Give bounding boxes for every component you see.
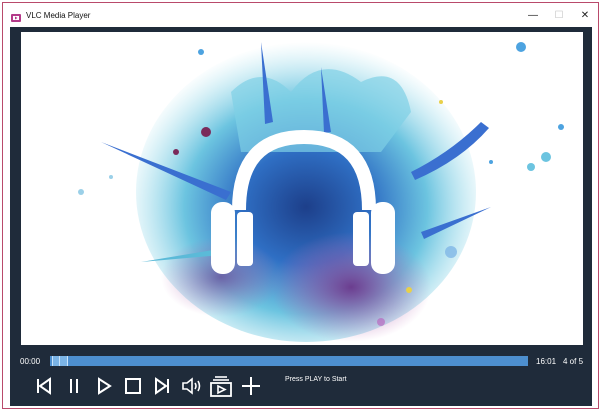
window-controls: — ☐ ✕ [520,3,598,27]
seek-thumb[interactable] [52,356,68,366]
playlist-icon [210,376,232,397]
album-art [21,32,583,345]
control-bar: 00:00 16:01 4 of 5 Press PLAY to Start [10,350,592,406]
track-position: 4 of 5 [563,357,584,366]
minimize-button[interactable]: — [520,3,546,27]
total-time: 16:01 [536,357,557,366]
video-frame [10,27,592,350]
pause-button[interactable] [62,374,86,398]
pause-icon [70,379,78,393]
app-icon [11,10,21,22]
add-button[interactable] [239,374,263,398]
volume-button[interactable] [180,374,204,398]
playlist-button[interactable] [209,374,233,398]
next-icon [155,377,169,395]
add-icon [242,377,260,395]
current-time: 00:00 [20,357,41,366]
next-button[interactable] [150,374,174,398]
previous-icon [37,377,51,395]
play-icon [98,377,112,395]
status-text: Press PLAY to Start [285,376,347,383]
title-bar[interactable]: VLC Media Player — ☐ ✕ [3,3,598,27]
vlc-window: VLC Media Player — ☐ ✕ 00:00 16:01 4 of … [2,2,599,409]
window-title: VLC Media Player [26,10,91,20]
seek-bar[interactable] [50,356,528,366]
video-area[interactable] [21,32,583,345]
volume-icon [182,377,201,395]
play-button[interactable] [92,374,116,398]
close-button[interactable]: ✕ [572,3,598,27]
maximize-button[interactable]: ☐ [546,3,572,27]
stop-icon [125,378,141,394]
previous-button[interactable] [32,374,56,398]
stop-button[interactable] [121,374,145,398]
